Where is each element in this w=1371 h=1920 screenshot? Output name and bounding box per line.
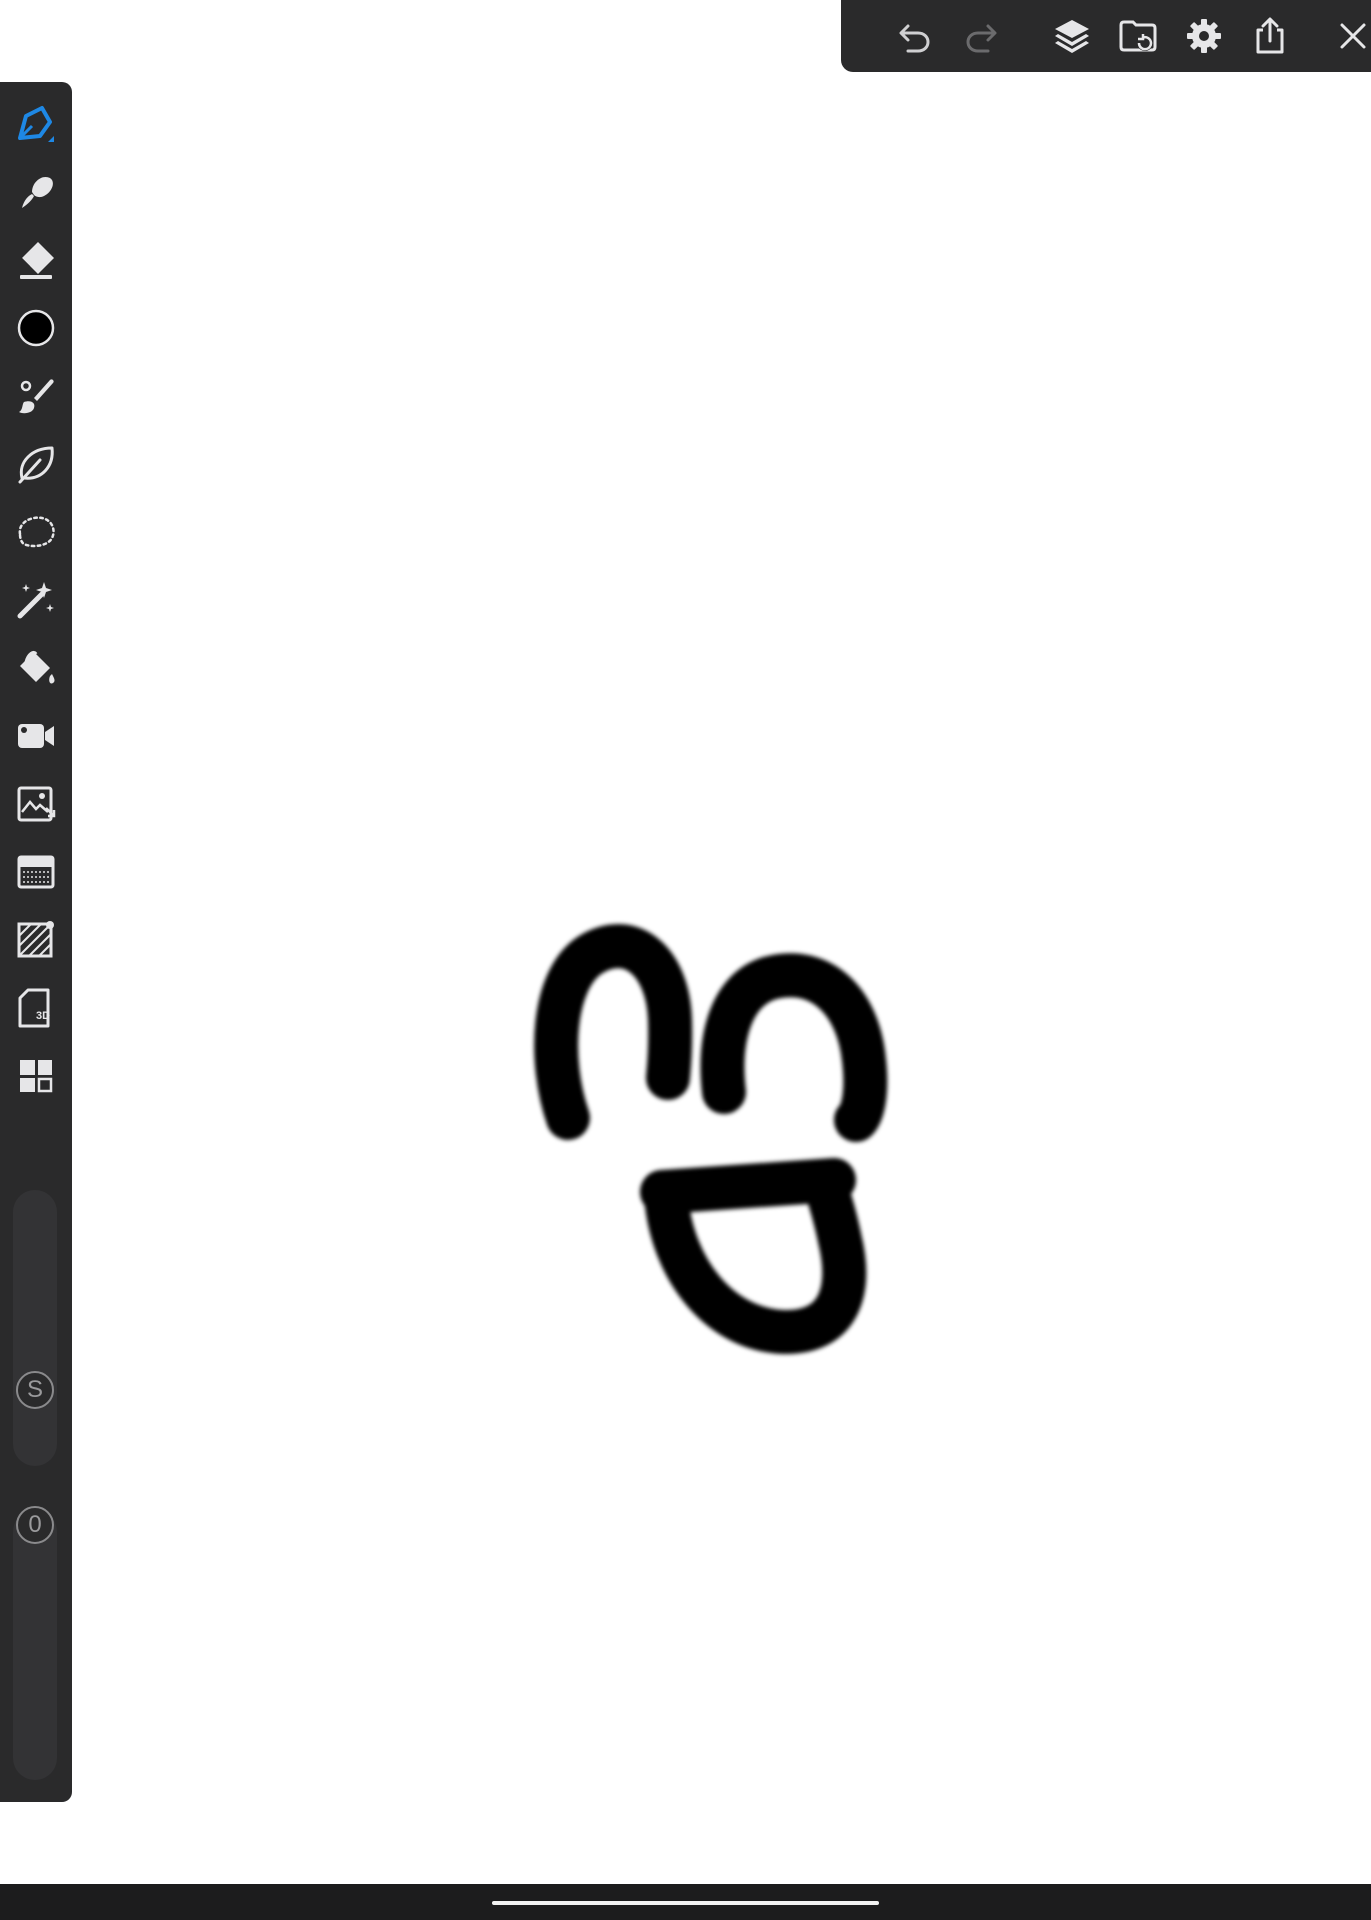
perspective-guide-tool-button[interactable] <box>8 912 64 968</box>
more-tools-grid-button[interactable] <box>8 1048 64 1104</box>
dotted-lasso-icon <box>18 516 55 548</box>
image-import-icon <box>17 786 56 822</box>
opacity-slider-badge: 0 <box>16 1506 54 1544</box>
close-icon <box>1340 23 1366 49</box>
brush-size-slider[interactable] <box>13 1190 57 1466</box>
top-toolbar <box>841 0 1371 72</box>
video-record-tool-button[interactable] <box>8 708 64 764</box>
paint-bucket-icon <box>20 650 55 684</box>
texture-icon <box>17 855 55 889</box>
grid-icon <box>20 1060 53 1093</box>
3d-badge-text: 3D <box>36 1010 50 1022</box>
eraser-icon <box>20 242 54 279</box>
pen-tool-button[interactable] <box>8 96 64 152</box>
system-bottom-bar <box>0 1884 1371 1920</box>
left-toolbar: 3D S 0 <box>0 82 72 1802</box>
settings-gear-icon <box>1187 19 1221 53</box>
color-swatch <box>17 309 55 347</box>
fill-bucket-tool-button[interactable] <box>8 640 64 696</box>
share-export-icon <box>1256 17 1284 54</box>
video-camera-icon <box>18 724 54 748</box>
sketch-strokes <box>534 924 888 1354</box>
lasso-fill-tool-button[interactable] <box>8 436 64 492</box>
layers-button[interactable] <box>1044 8 1100 64</box>
brush-opacity-slider[interactable] <box>13 1510 57 1780</box>
redo-icon <box>966 24 997 53</box>
stroke-right-arch <box>700 953 888 1142</box>
color-picker-button[interactable] <box>8 300 64 356</box>
home-indicator[interactable] <box>492 1901 879 1905</box>
redo-button[interactable] <box>954 8 1010 64</box>
settings-button[interactable] <box>1176 8 1232 64</box>
eraser-tool-button[interactable] <box>8 232 64 288</box>
brush-icon <box>19 379 54 414</box>
image-import-tool-button[interactable] <box>8 776 64 832</box>
magic-wand-tool-button[interactable] <box>8 572 64 628</box>
share-button[interactable] <box>1242 8 1298 64</box>
stroke-mouth-bowl <box>644 1170 867 1354</box>
3d-document-icon: 3D <box>18 988 50 1028</box>
undo-icon <box>899 24 930 53</box>
size-slider-badge: S <box>16 1371 54 1409</box>
close-button[interactable] <box>1325 8 1371 64</box>
stroke-left-arch <box>534 924 693 1140</box>
texture-tool-button[interactable] <box>8 844 64 900</box>
undo-button[interactable] <box>886 8 942 64</box>
magic-wand-icon <box>17 582 54 619</box>
smudge-tool-button[interactable] <box>8 164 64 220</box>
layers-icon <box>1055 20 1089 53</box>
selection-tool-button[interactable] <box>8 504 64 560</box>
gallery-folder-icon <box>1119 20 1157 52</box>
3d-model-tool-button[interactable]: 3D <box>8 980 64 1036</box>
smudge-icon <box>22 176 53 208</box>
gallery-folder-button[interactable] <box>1110 8 1166 64</box>
brush-tool-button[interactable] <box>8 368 64 424</box>
perspective-grid-icon <box>17 921 54 958</box>
leaf-lasso-icon <box>18 446 54 484</box>
drawing-canvas[interactable] <box>0 0 1371 1920</box>
pen-nib-icon <box>18 106 54 142</box>
